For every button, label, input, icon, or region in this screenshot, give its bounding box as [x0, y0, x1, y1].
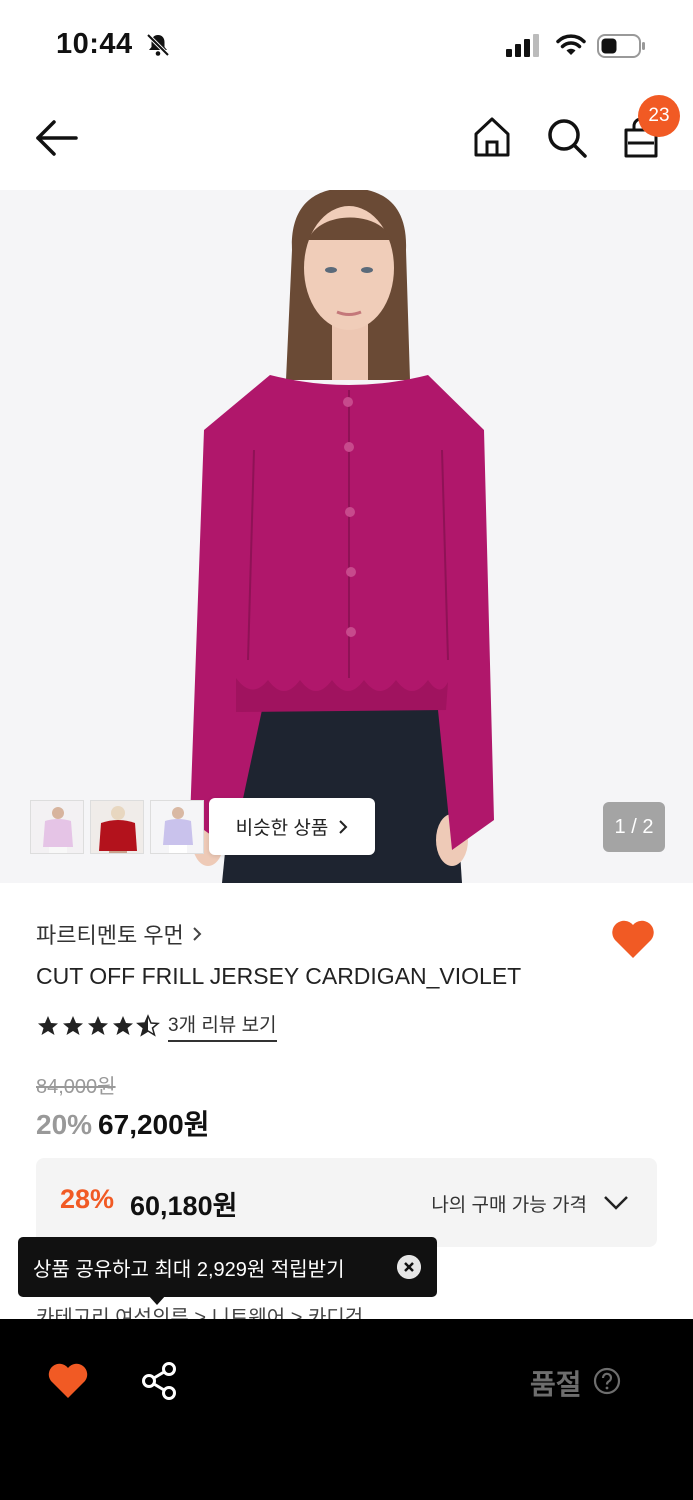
star-half-icon [136, 1014, 160, 1037]
cart-count-badge: 23 [638, 95, 680, 137]
my-price: 60,180원 [130, 1191, 238, 1221]
my-price-label: 나의 구매 가능 가격 [431, 1195, 587, 1216]
status-bar: 10:44 [0, 0, 693, 90]
original-price: 84,000원 [36, 1076, 116, 1098]
similar-products-button[interactable]: 비슷한 상품 [209, 798, 375, 855]
thumbnail-lilac[interactable] [150, 800, 204, 854]
star-icon [63, 1016, 83, 1035]
tooltip-text: 상품 공유하고 최대 2,929원 적립받기 [33, 1258, 345, 1281]
star-icon [113, 1016, 133, 1035]
soldout-label: 품절 [530, 1369, 582, 1400]
home-icon[interactable] [472, 115, 512, 159]
model-photo [0, 190, 693, 883]
bell-off-icon [146, 33, 170, 57]
product-title: CUT OFF FRILL JERSEY CARDIGAN_VIOLET [36, 963, 522, 989]
wishlist-heart-icon[interactable] [47, 1362, 89, 1400]
help-circle-icon[interactable] [593, 1367, 621, 1395]
category-breadcrumb[interactable]: 카테고리 여성의류 > 니트웨어 > 카디건 [36, 1303, 657, 1319]
thumbnail-lavender[interactable] [30, 800, 84, 854]
close-icon[interactable] [397, 1255, 421, 1279]
wifi-icon [556, 34, 586, 55]
star-icon [88, 1016, 108, 1035]
discount-rate: 20% [36, 1109, 93, 1140]
signal-icon [506, 34, 539, 57]
tooltip-arrow [148, 1295, 166, 1305]
brand-link[interactable]: 파르티멘토 우먼 [36, 918, 202, 950]
chevron-right-icon [339, 819, 348, 834]
thumbnail-red[interactable] [90, 800, 144, 854]
bottom-action-bar: 품절 [0, 1319, 693, 1500]
status-time: 10:44 [56, 28, 133, 60]
search-icon[interactable] [546, 115, 588, 159]
share-icon[interactable] [140, 1361, 178, 1401]
star-icon [38, 1016, 58, 1035]
rating-row: 3개 리뷰 보기 [36, 1010, 277, 1042]
similar-products-label: 비슷한 상품 [235, 818, 329, 839]
my-price-dropdown[interactable]: 28% 60,180원 나의 구매 가능 가격 [36, 1158, 657, 1247]
star-rating [36, 1014, 160, 1038]
back-arrow-icon[interactable] [34, 118, 80, 158]
review-link[interactable]: 3개 리뷰 보기 [168, 1010, 277, 1042]
product-image[interactable] [0, 190, 693, 883]
brand-name: 파르티멘토 우먼 [36, 923, 184, 948]
price-row: 20% 67,200원 [36, 1103, 209, 1143]
chevron-down-icon [604, 1196, 628, 1210]
battery-icon [597, 34, 645, 58]
sale-price: 67,200원 [98, 1109, 210, 1140]
chevron-right-icon [193, 927, 202, 941]
share-reward-tooltip: 상품 공유하고 최대 2,929원 적립받기 [18, 1237, 437, 1297]
wishlist-heart-icon[interactable] [610, 918, 656, 960]
top-navigation [0, 90, 693, 190]
image-page-indicator: 1 / 2 [603, 802, 665, 852]
my-discount-rate: 28% [60, 1184, 115, 1214]
